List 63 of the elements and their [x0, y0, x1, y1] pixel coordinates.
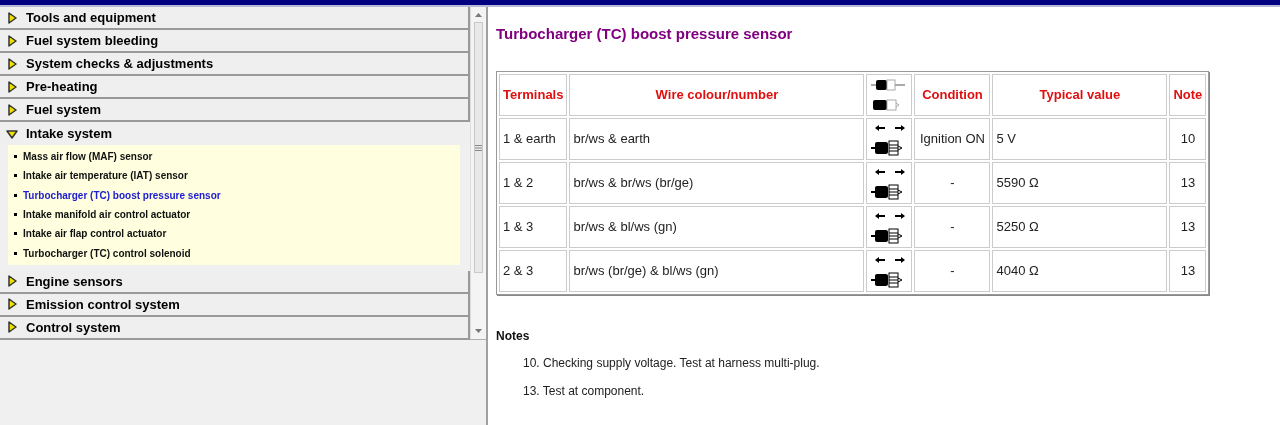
- column-header: Typical value: [992, 74, 1168, 116]
- table-cell: Ignition ON: [914, 118, 991, 160]
- column-header: Terminals: [499, 74, 568, 116]
- collapsed-arrow-icon: [6, 298, 18, 311]
- scroll-thumb[interactable]: [474, 22, 483, 273]
- bullet-icon: [14, 232, 17, 236]
- section-header[interactable]: Engine sensors: [0, 270, 470, 294]
- table-cell: 13: [1169, 162, 1207, 204]
- table-cell: -: [914, 206, 991, 248]
- expanded-arrow-icon: [6, 127, 18, 140]
- bullet-icon: [14, 193, 17, 197]
- sidebar-item[interactable]: Mass air flow (MAF) sensor: [14, 147, 460, 167]
- collapsed-arrow-icon: [6, 321, 18, 334]
- collapsed-arrow-icon: [6, 57, 18, 70]
- table-cell: 10: [1169, 118, 1207, 160]
- table-cell: 1 & earth: [499, 118, 568, 160]
- collapsed-arrow-icon: [6, 275, 18, 288]
- section-header[interactable]: Tools and equipment: [0, 7, 470, 30]
- scroll-up-icon[interactable]: [475, 13, 482, 17]
- collapsed-arrow-icon: [6, 80, 18, 93]
- grip-icon: [475, 144, 482, 151]
- section-header[interactable]: Emission control system: [0, 293, 470, 317]
- notes-heading: Notes: [496, 328, 531, 345]
- table-cell: 5 V: [992, 118, 1168, 160]
- collapsed-arrow-icon: [6, 103, 18, 116]
- table-cell: 13: [1169, 250, 1207, 292]
- column-header: Wire colour/number: [569, 74, 865, 116]
- section-header[interactable]: Fuel system: [0, 99, 470, 122]
- bullet-icon: [14, 251, 17, 255]
- table-cell: 2 & 3: [499, 250, 568, 292]
- section-header[interactable]: Pre-heating: [0, 76, 470, 99]
- sidebar-item[interactable]: Turbocharger (TC) control solenoid: [14, 243, 460, 263]
- table-cell: 5590 Ω: [992, 162, 1168, 204]
- sidebar-item[interactable]: Turbocharger (TC) boost pressure sensor: [14, 185, 460, 205]
- table-cell: br/ws (br/ge) & bl/ws (gn): [569, 250, 865, 292]
- table-cell: 4040 Ω: [992, 250, 1168, 292]
- table-cell: 1 & 3: [499, 206, 568, 248]
- sidebar-item[interactable]: Intake air temperature (IAT) sensor: [14, 166, 460, 186]
- table-cell: -: [914, 250, 991, 292]
- table-cell: br/ws & bl/ws (gn): [569, 206, 865, 248]
- table-cell: br/ws & br/ws (br/ge): [569, 162, 865, 204]
- bullet-icon: [14, 174, 17, 178]
- collapsed-arrow-icon: [6, 34, 18, 47]
- bullet-icon: [14, 155, 17, 159]
- scrollbar[interactable]: [470, 7, 486, 339]
- bullet-icon: [14, 213, 17, 217]
- sidebar-item[interactable]: Intake air flap control actuator: [14, 224, 460, 244]
- table-cell: -: [914, 162, 991, 204]
- page-title: Turbocharger (TC) boost pressure sensor: [496, 25, 794, 43]
- note-text: 13. Test at component.: [523, 383, 646, 400]
- section-header[interactable]: System checks & adjustments: [0, 53, 470, 76]
- column-header: Condition: [914, 74, 991, 116]
- sidebar-item[interactable]: Intake manifold air control actuator: [14, 204, 460, 225]
- collapsed-arrow-icon: [6, 11, 18, 24]
- table-cell: 1 & 2: [499, 162, 568, 204]
- table-cell: br/ws & earth: [569, 118, 865, 160]
- table-cell: 5250 Ω: [992, 206, 1168, 248]
- section-header[interactable]: Control system: [0, 316, 470, 340]
- table-cell: 13: [1169, 206, 1207, 248]
- note-text: 10. Checking supply voltage. Test at harness multi-plug.: [523, 355, 821, 372]
- section-header[interactable]: Fuel system bleeding: [0, 30, 470, 53]
- column-header: Note: [1169, 74, 1207, 116]
- scroll-down-icon[interactable]: [475, 329, 482, 333]
